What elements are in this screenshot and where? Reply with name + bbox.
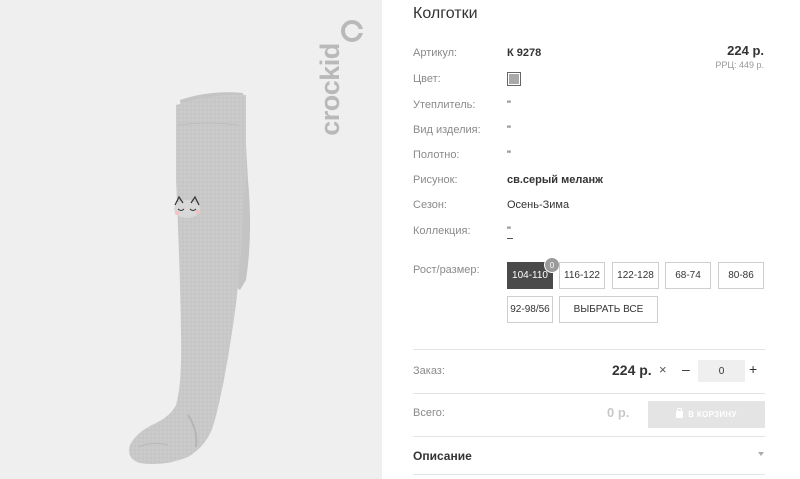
order-label: Заказ:: [413, 365, 445, 377]
brand-logo-text: crockid: [314, 43, 345, 136]
attr-value-fabric: ": [507, 149, 511, 161]
collection-underline: [507, 238, 513, 239]
size-option-92-98-56[interactable]: 92-98/56: [507, 296, 553, 323]
attr-value-article: К 9278: [507, 47, 542, 59]
size-option-80-86[interactable]: 80-86: [718, 262, 764, 289]
total-value: 0 р.: [607, 405, 630, 420]
sizes-label: Рост/размер:: [413, 264, 480, 276]
size-count-badge: 0: [544, 257, 560, 273]
product-price: 224 р.: [727, 43, 764, 58]
product-title: Колготки: [413, 5, 478, 22]
attr-label-article: Артикул:: [413, 47, 458, 59]
size-option-122-128[interactable]: 122-128: [612, 262, 659, 289]
product-photo[interactable]: crockid: [0, 0, 382, 479]
color-swatch-fill: [509, 74, 519, 84]
attr-value-pattern: св.серый меланж: [507, 174, 603, 186]
size-option-116-122[interactable]: 116-122: [559, 262, 605, 289]
tights-image: [129, 92, 251, 465]
quantity-decrement-button[interactable]: –: [682, 361, 690, 377]
description-toggle[interactable]: Описание: [413, 449, 472, 463]
attr-value-season: Осень-Зима: [507, 199, 570, 211]
attr-label-season: Сезон:: [413, 199, 447, 211]
close-icon: ×: [659, 362, 667, 377]
attr-label-fabric: Полотно:: [413, 149, 460, 161]
attr-value-item-type: ": [507, 124, 511, 136]
order-price: 224 р.: [612, 362, 652, 378]
attr-label-item-type: Вид изделия:: [413, 124, 481, 136]
attr-label-pattern: Рисунок:: [413, 174, 458, 186]
attr-label-color: Цвет:: [413, 73, 441, 85]
bag-icon: [676, 408, 684, 418]
select-all-button[interactable]: ВЫБРАТЬ ВСЕ: [559, 296, 658, 323]
quantity-increment-button[interactable]: +: [749, 361, 757, 377]
color-swatch[interactable]: [507, 72, 521, 86]
add-to-cart-button[interactable]: В КОРЗИНУ: [648, 401, 765, 428]
total-label: Всего:: [413, 407, 445, 419]
attr-value-insulation: ": [507, 99, 511, 111]
attr-label-collection: Коллекция:: [413, 225, 471, 237]
chevron-down-icon[interactable]: [758, 452, 764, 456]
divider: [413, 474, 765, 475]
attr-label-insulation: Утеплитель:: [413, 99, 476, 111]
quantity-input[interactable]: [698, 360, 745, 382]
divider: [413, 393, 765, 394]
brand-logo: crockid: [315, 12, 382, 162]
product-rrp: РРЦ: 449 р.: [715, 60, 764, 70]
size-option-68-74[interactable]: 68-74: [665, 262, 711, 289]
divider: [413, 436, 765, 437]
product-page: crockid Колготки Артикул: К 9278 224 р. …: [0, 0, 800, 479]
divider: [413, 349, 765, 350]
add-to-cart-label: В КОРЗИНУ: [688, 410, 737, 419]
attr-value-collection: ": [507, 225, 511, 237]
cat-motif: [174, 195, 201, 218]
